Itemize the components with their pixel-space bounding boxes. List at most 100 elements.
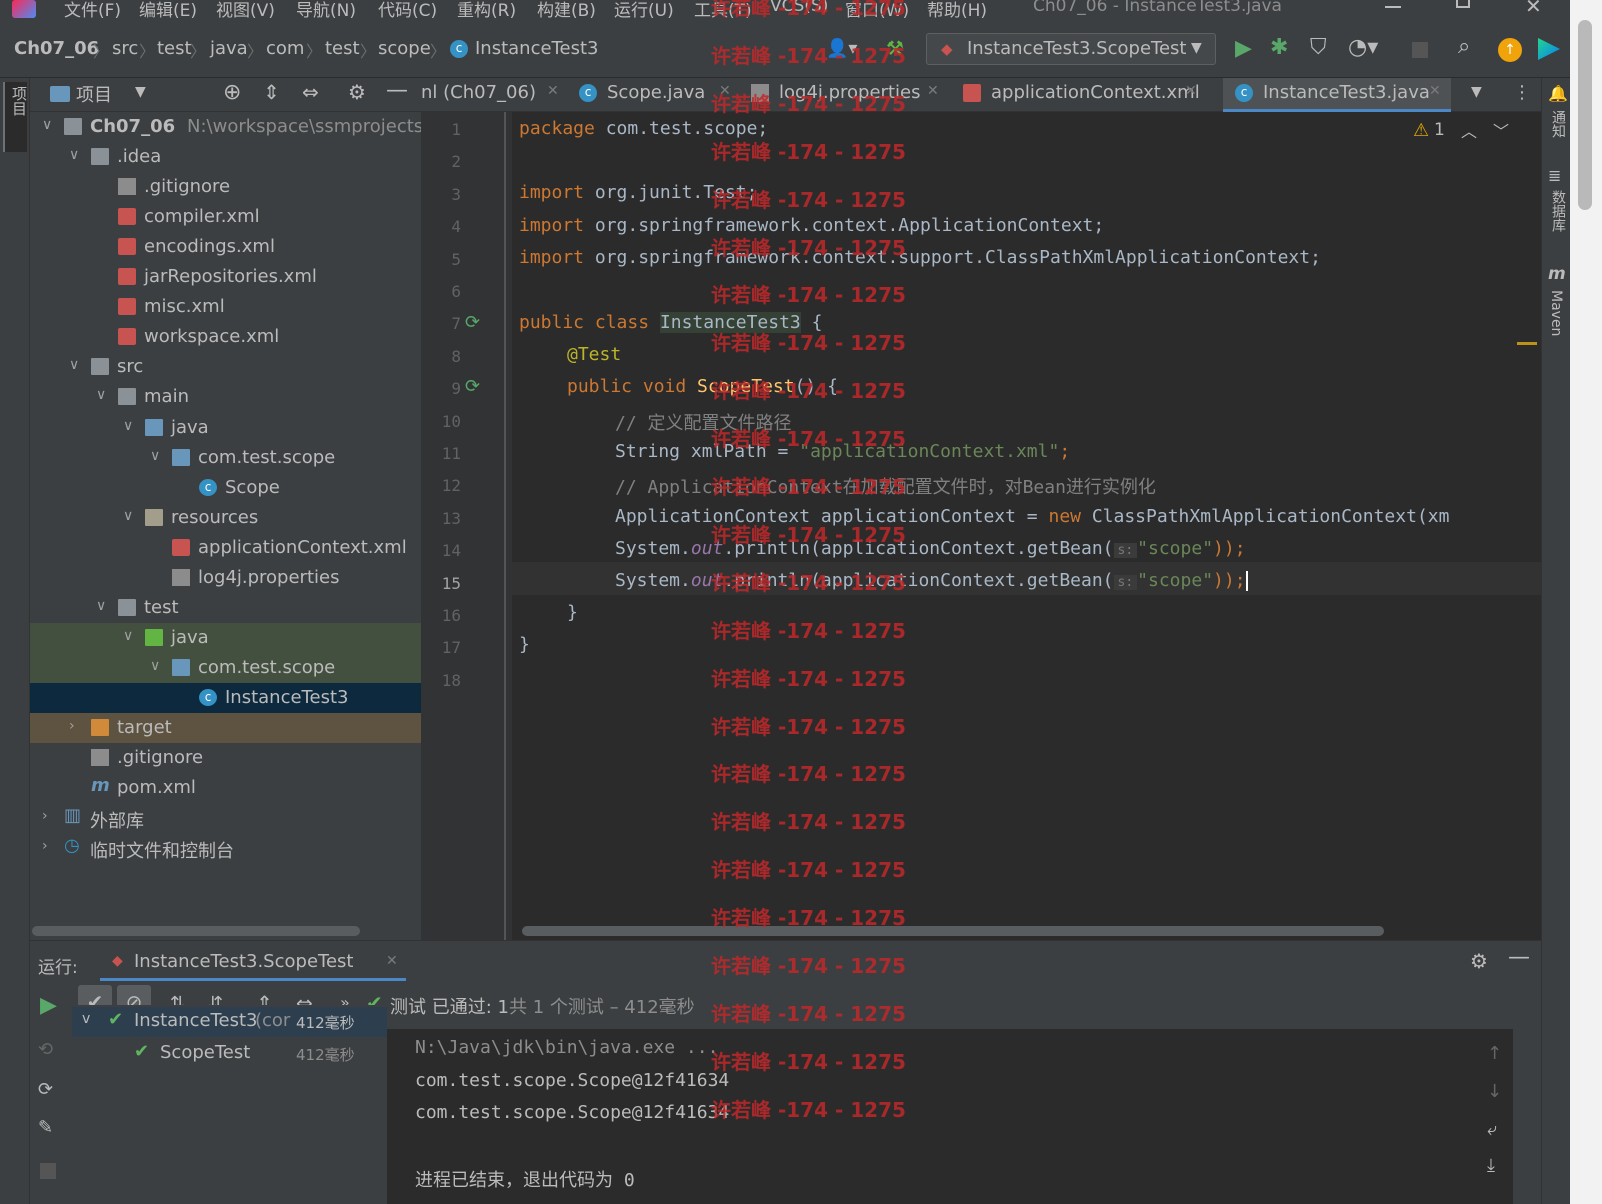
tree-item[interactable]: ∨ src: [30, 352, 421, 382]
menu-item[interactable]: 构建(B): [537, 0, 596, 21]
chevron-down-icon[interactable]: ∨: [123, 628, 133, 644]
close-tab-icon[interactable]: ✕: [386, 953, 398, 969]
tree-item[interactable]: › ◷ 临时文件和控制台: [30, 833, 421, 863]
chevron-down-icon[interactable]: ∨: [69, 147, 79, 163]
close-tab-icon[interactable]: ✕: [927, 83, 939, 99]
collapse-all-icon[interactable]: ⇔: [302, 80, 319, 104]
test-tree-row-scope-test[interactable]: ✔ ScopeTest 412毫秒: [72, 1039, 387, 1069]
tree-item[interactable]: ∨ test: [30, 593, 421, 623]
tree-item[interactable]: ∨ resources: [30, 503, 421, 533]
tree-item[interactable]: c Scope: [30, 473, 421, 503]
tree-item[interactable]: misc.xml: [30, 292, 421, 322]
tab-instance-test3-java[interactable]: c InstanceTest3.java ✕: [1223, 78, 1451, 112]
tree-item[interactable]: encodings.xml: [30, 232, 421, 262]
tab-log4j-properties[interactable]: log4j.properties ✕: [751, 78, 951, 112]
tab-nl-ch07[interactable]: nl (Ch07_06) ✕: [421, 78, 566, 112]
tree-item[interactable]: c InstanceTest3: [30, 682, 421, 713]
close-tab-icon[interactable]: ✕: [547, 83, 559, 99]
maximize-window-icon[interactable]: [1456, 0, 1470, 8]
minimize-window-icon[interactable]: [1385, 6, 1401, 8]
locate-icon[interactable]: ⊕: [223, 80, 241, 105]
menu-item[interactable]: 运行(U): [614, 0, 674, 21]
breadcrumb-class[interactable]: InstanceTest3: [475, 38, 598, 59]
tree-item[interactable]: › target: [30, 713, 421, 743]
chevron-down-icon[interactable]: ∨: [42, 117, 52, 133]
hide-panel-icon[interactable]: —: [386, 78, 408, 103]
hide-panel-icon[interactable]: —: [1508, 945, 1530, 970]
next-highlight-icon[interactable]: ﹀: [1493, 118, 1509, 142]
chevron-down-icon[interactable]: ∨: [96, 387, 106, 403]
menu-item[interactable]: 代码(C): [378, 0, 437, 21]
toggle-autotest-icon[interactable]: ⟲: [38, 1039, 53, 1060]
menu-item[interactable]: VCS(S): [770, 0, 828, 16]
tree-item[interactable]: m pom.xml: [30, 773, 421, 803]
debug-icon[interactable]: ✱: [1270, 35, 1288, 60]
menu-item[interactable]: 重构(R): [457, 0, 516, 21]
warning-icon[interactable]: ⚠: [1413, 120, 1429, 141]
run-tab[interactable]: ◆ InstanceTest3.ScopeTest ✕: [100, 941, 406, 981]
rerun-failed-icon[interactable]: ⟳: [38, 1079, 53, 1100]
project-panel-title[interactable]: 项目: [76, 81, 112, 107]
user-icon[interactable]: 👤▾: [826, 38, 857, 59]
run-test-gutter-icon[interactable]: ⟳: [465, 376, 480, 397]
database-tool-label[interactable]: 数据库: [1548, 190, 1568, 232]
tree-item[interactable]: ∨ main: [30, 382, 421, 412]
build-hammer-icon[interactable]: ⚒: [886, 36, 904, 60]
tab-list-chevron-icon[interactable]: ▼: [1471, 84, 1482, 100]
tree-item[interactable]: applicationContext.xml: [30, 533, 421, 563]
tree-item[interactable]: ∨ com.test.scope: [30, 652, 421, 683]
project-tool-button[interactable]: 项目: [3, 82, 28, 152]
vertical-scrollbar[interactable]: [1578, 20, 1592, 210]
menu-item[interactable]: 窗口(W): [845, 0, 909, 21]
chevron-down-icon[interactable]: v: [82, 1011, 90, 1027]
chevron-down-icon[interactable]: ∨: [123, 418, 133, 434]
tree-item[interactable]: ∨ Ch07_06 N:\workspace\ssmprojects\C: [30, 112, 442, 142]
breadcrumb-test-pkg[interactable]: test: [325, 38, 360, 59]
run-test-gutter-icon[interactable]: ⟳: [465, 312, 480, 333]
breadcrumb-com[interactable]: com: [266, 38, 304, 59]
close-tab-icon[interactable]: ✕: [1185, 83, 1197, 99]
code-with-me-icon[interactable]: [1538, 38, 1560, 60]
run-icon[interactable]: ▶: [1235, 36, 1252, 61]
gear-icon[interactable]: ⚙: [1470, 949, 1488, 973]
scroll-down-icon[interactable]: ↓: [1487, 1081, 1502, 1102]
tree-item[interactable]: .gitignore: [30, 172, 421, 202]
tree-item[interactable]: jarRepositories.xml: [30, 262, 421, 292]
maven-tool-label[interactable]: Maven: [1548, 290, 1564, 336]
tree-item[interactable]: › ▥ 外部库: [30, 803, 421, 833]
menu-item[interactable]: 视图(V): [216, 0, 275, 21]
gear-icon[interactable]: ⚙: [348, 80, 366, 104]
menu-item[interactable]: 帮助(H): [927, 0, 987, 21]
tree-item[interactable]: compiler.xml: [30, 202, 421, 232]
menu-item[interactable]: 导航(N): [296, 0, 356, 21]
tree-item[interactable]: ∨ java: [30, 413, 421, 443]
close-tab-icon[interactable]: ✕: [719, 83, 731, 99]
tree-item[interactable]: .gitignore: [30, 743, 421, 773]
wrench-icon[interactable]: ✎: [38, 1117, 53, 1138]
tab-application-context-xml[interactable]: applicationContext.xml ✕: [963, 78, 1208, 112]
tree-item[interactable]: ∨ com.test.scope: [30, 443, 421, 473]
breadcrumb-test[interactable]: test: [157, 38, 192, 59]
chevron-right-icon[interactable]: ›: [69, 718, 75, 734]
breadcrumb-src[interactable]: src: [112, 38, 138, 59]
close-window-icon[interactable]: ✕: [1525, 0, 1542, 18]
menu-item[interactable]: 工具(T): [694, 0, 752, 21]
soft-wrap-icon[interactable]: ⤶: [1487, 1119, 1497, 1140]
tab-scope-java[interactable]: c Scope.java ✕: [579, 78, 739, 112]
horizontal-scrollbar[interactable]: [32, 926, 360, 936]
more-options-icon[interactable]: ⋮: [1513, 82, 1531, 103]
chevron-right-icon[interactable]: ›: [42, 838, 48, 854]
menu-item[interactable]: 编辑(E): [139, 0, 197, 21]
error-stripe-marker[interactable]: [1517, 342, 1537, 345]
test-tree-row-instance-test3[interactable]: v ✔ InstanceTest3 (cor 412毫秒: [72, 1007, 387, 1037]
scroll-to-end-icon[interactable]: ⤓: [1487, 1155, 1495, 1176]
database-icon[interactable]: ≣: [1548, 166, 1561, 185]
chevron-down-icon[interactable]: ∨: [150, 658, 160, 674]
stop-icon[interactable]: [1412, 42, 1428, 58]
breadcrumb-scope[interactable]: scope: [378, 38, 431, 59]
intellij-logo-icon[interactable]: [12, 0, 36, 18]
expand-all-icon[interactable]: ⇕: [263, 80, 280, 104]
maven-icon[interactable]: m: [1548, 264, 1566, 284]
close-tab-icon[interactable]: ✕: [1429, 83, 1441, 99]
chevron-down-icon[interactable]: ∨: [123, 508, 133, 524]
